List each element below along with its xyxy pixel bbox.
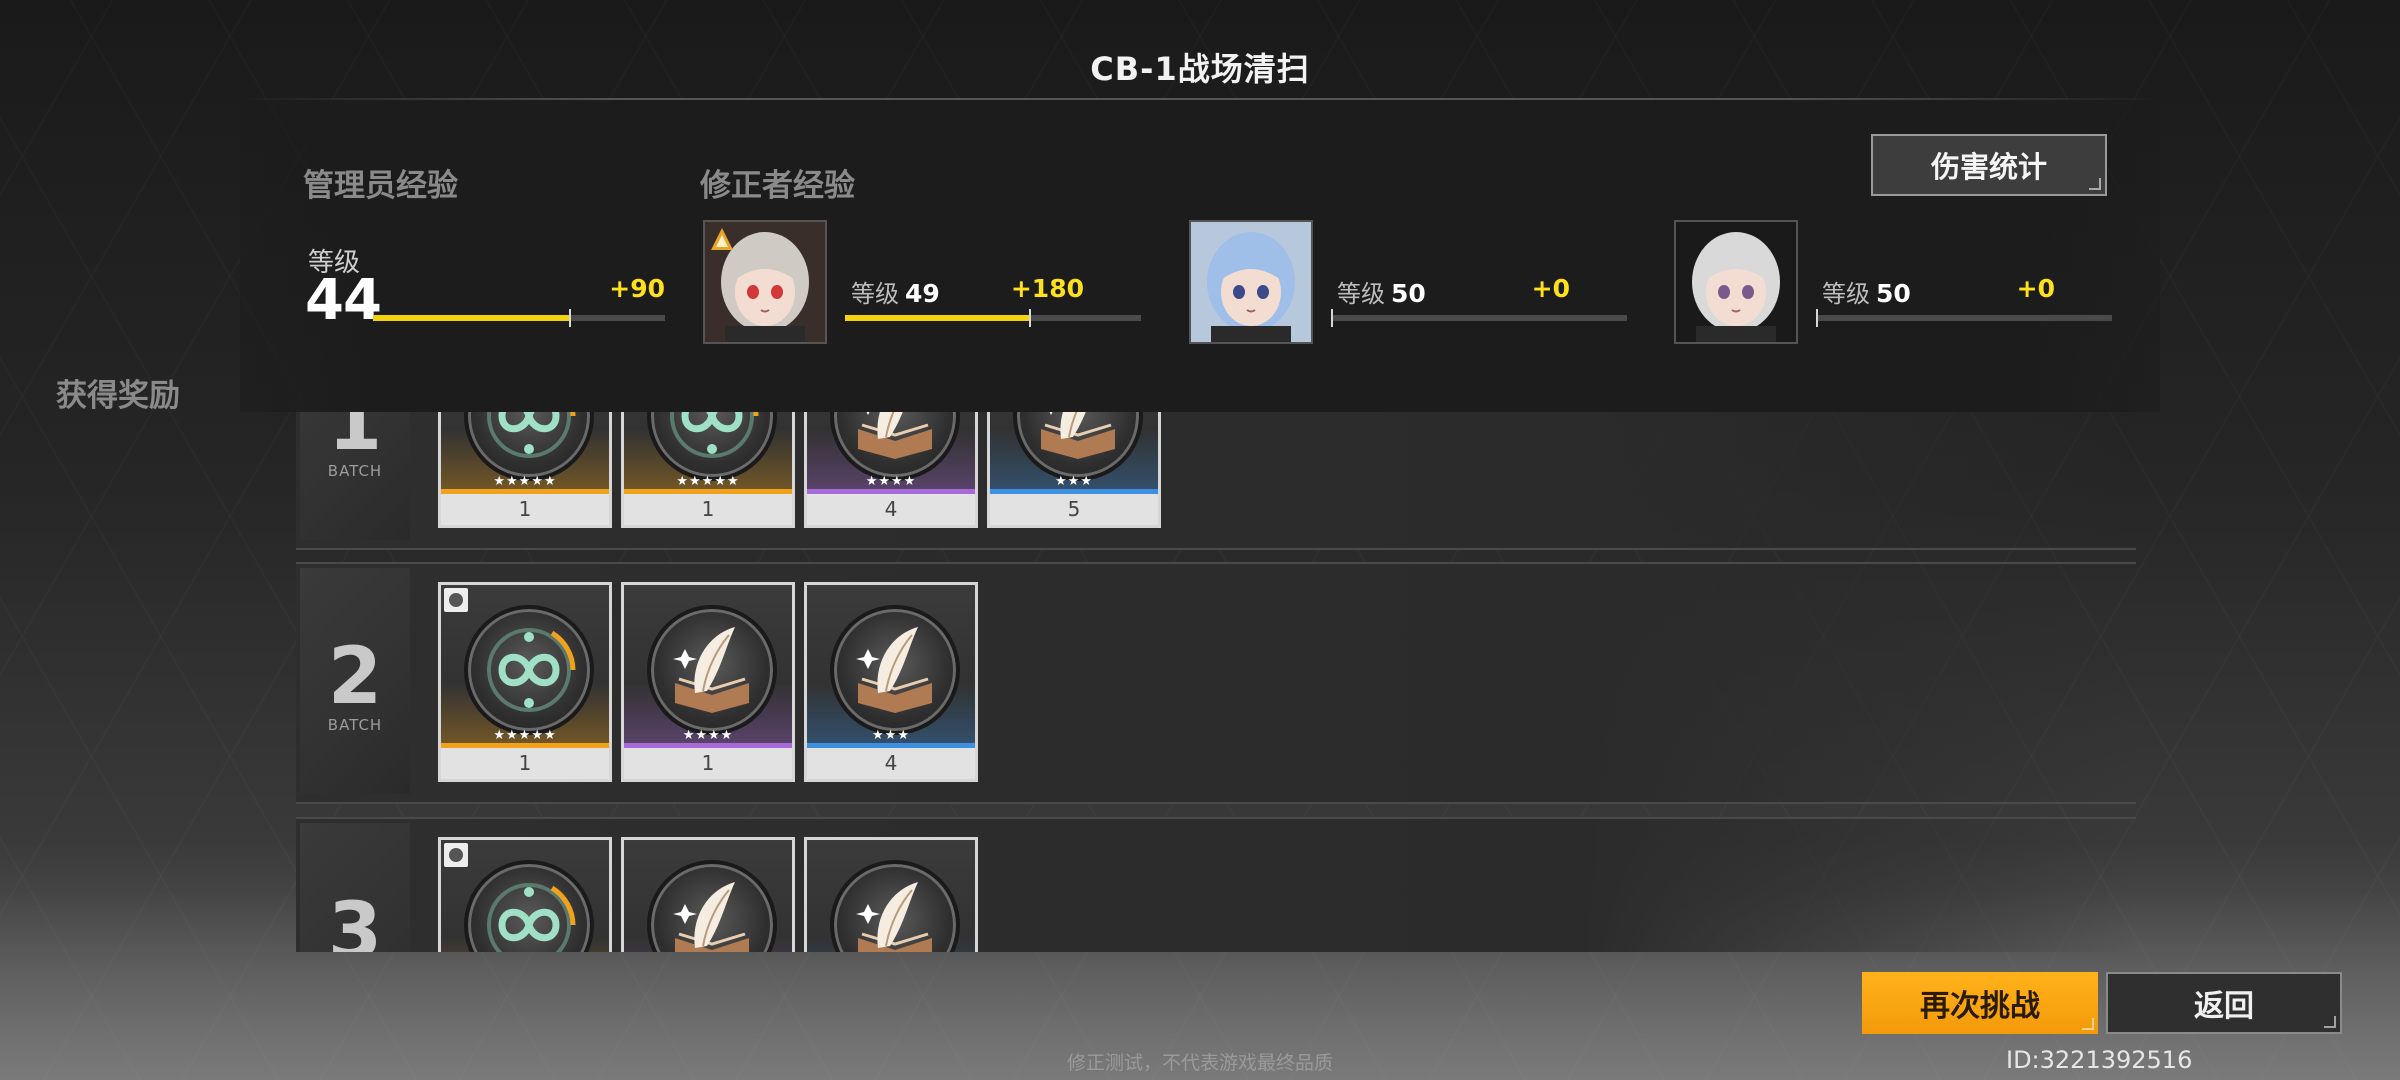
- reward-item-card[interactable]: ★★★★★ 1: [438, 582, 612, 782]
- rewards-list[interactable]: 1 BATCH ★★★★★ 1 ★★★★★ 1 ★★★★ 4 ★★★ 5 2 BATCH ★★★★★ 1 ★…: [296, 412, 2136, 952]
- back-button[interactable]: 返回: [2106, 972, 2342, 1034]
- rarity-stars: ★★★★★: [676, 474, 740, 489]
- level-value: 50: [1876, 279, 1911, 308]
- batch-label: BATCH: [327, 716, 383, 734]
- batch-number-panel: 2 BATCH: [300, 568, 410, 794]
- quill-book-icon: [856, 882, 932, 952]
- reward-item-card[interactable]: ★★★★★ 1: [438, 412, 612, 528]
- item-icon-frame: [1013, 412, 1143, 481]
- batch-row-1: 1 BATCH ★★★★★ 1 ★★★★★ 1 ★★★★ 4 ★★★ 5: [296, 412, 2136, 550]
- quill-book-icon: [673, 882, 749, 952]
- item-quantity: 5: [1067, 497, 1081, 521]
- character-level-3: 等级 50: [1822, 274, 1911, 309]
- quill-book-icon: [856, 627, 932, 713]
- item-icon-frame: [830, 860, 960, 952]
- rarity-stars: ★★★: [1055, 474, 1093, 489]
- reward-item-card[interactable]: ★★★ 4: [804, 582, 978, 782]
- character-exp-gain-2: +0: [1531, 274, 1570, 303]
- character-exp-bar-2: [1331, 309, 1627, 327]
- item-icon-frame: [647, 605, 777, 735]
- batch-number: 2: [327, 632, 383, 722]
- back-label: 返回: [2194, 989, 2254, 1024]
- batch-number: 3: [327, 887, 383, 952]
- bonus-tag-icon: [444, 843, 468, 867]
- infinity-emblem-icon: [487, 412, 576, 458]
- quill-book-icon: [673, 627, 749, 713]
- admin-exp-gain: +90: [609, 274, 665, 303]
- retry-label: 再次挑战: [1920, 989, 2040, 1024]
- level-value: 50: [1391, 279, 1426, 308]
- admin-level-value: 44: [305, 268, 382, 333]
- character-exp-bar-3: [1816, 309, 2112, 327]
- reward-item-card[interactable]: ★★★ 5: [987, 412, 1161, 528]
- character-exp-gain-1: +180: [1010, 274, 1084, 303]
- reward-item-card[interactable]: ★★★★★ 1: [621, 412, 795, 528]
- character-art: [1191, 222, 1311, 342]
- exp-bar-marker: [1331, 309, 1333, 327]
- rarity-stars: ★★★★★: [493, 474, 557, 489]
- character-portrait-2: [1189, 220, 1313, 344]
- batch-row-3: 3BATCH ★★★★★1★★★★1★★★4: [296, 817, 2136, 952]
- item-icon-frame: [464, 860, 594, 952]
- batch-label: BATCH: [327, 462, 383, 480]
- item-icon-frame: [647, 860, 777, 952]
- item-quantity: 1: [518, 497, 532, 521]
- item-icon-frame: [464, 412, 594, 481]
- page-title: CB-1战场清扫: [1090, 50, 1310, 88]
- rank-badge-icon: [709, 226, 735, 252]
- item-icon-frame: [830, 605, 960, 735]
- item-icon-frame: [647, 412, 777, 481]
- exp-bar-fill: [845, 315, 1029, 321]
- level-label: 等级: [1822, 280, 1870, 308]
- exp-bar-marker: [1028, 309, 1031, 327]
- bonus-tag-icon: [444, 588, 468, 612]
- rewards-heading: 获得奖励: [56, 378, 180, 414]
- footer-disclaimer: 修正测试，不代表游戏最终品质: [1066, 1052, 1333, 1074]
- character-exp-bar-1: [845, 309, 1141, 327]
- reward-item-card[interactable]: ★★★★1: [621, 837, 795, 952]
- infinity-emblem-icon: [487, 883, 576, 952]
- quill-book-icon: [1041, 412, 1115, 459]
- reward-item-card[interactable]: ★★★4: [804, 837, 978, 952]
- admin-exp-bar-marker: [568, 309, 571, 327]
- character-art: [1676, 222, 1796, 342]
- level-label: 等级: [851, 280, 899, 308]
- item-icon-frame: [830, 412, 960, 481]
- character-exp-gain-3: +0: [2016, 274, 2055, 303]
- item-quantity: 4: [884, 751, 898, 775]
- reward-item-card[interactable]: ★★★★ 4: [804, 412, 978, 528]
- damage-stats-label: 伤害统计: [1930, 150, 2047, 184]
- quill-book-icon: [858, 412, 932, 459]
- admin-exp-bar: [373, 309, 665, 327]
- item-quantity: 1: [701, 497, 715, 521]
- level-value: 49: [905, 279, 940, 308]
- reward-item-card[interactable]: ★★★★★1: [438, 837, 612, 952]
- rarity-stars: ★★★★★: [493, 728, 557, 743]
- batch-row-2: 2 BATCH ★★★★★ 1 ★★★★ 1 ★★★ 4: [296, 562, 2136, 804]
- rarity-stars: ★★★★: [865, 474, 917, 489]
- character-portrait-3: [1674, 220, 1798, 344]
- item-icon-frame: [464, 605, 594, 735]
- admin-exp-bar-fill: [373, 315, 569, 321]
- item-quantity: 4: [884, 497, 898, 521]
- batch-number-panel: 3BATCH: [300, 823, 410, 952]
- admin-exp-heading: 管理员经验: [303, 168, 458, 204]
- batch-number-panel: 1 BATCH: [300, 412, 410, 540]
- retry-button[interactable]: 再次挑战: [1862, 972, 2098, 1034]
- item-quantity: 1: [701, 751, 715, 775]
- character-level-2: 等级 50: [1337, 274, 1426, 309]
- rarity-stars: ★★★★: [682, 728, 734, 743]
- level-label: 等级: [1337, 280, 1385, 308]
- character-level-1: 等级 49: [851, 274, 940, 309]
- rarity-stars: ★★★: [872, 728, 910, 743]
- modifier-exp-heading: 修正者经验: [700, 168, 855, 204]
- batch-number: 1: [327, 412, 383, 468]
- damage-stats-button[interactable]: 伤害统计: [1871, 134, 2107, 196]
- exp-bar-marker: [1816, 309, 1818, 327]
- infinity-emblem-icon: [670, 412, 759, 458]
- item-quantity: 1: [518, 751, 532, 775]
- infinity-emblem-icon: [487, 628, 576, 712]
- character-portrait-1: [703, 220, 827, 344]
- reward-item-card[interactable]: ★★★★ 1: [621, 582, 795, 782]
